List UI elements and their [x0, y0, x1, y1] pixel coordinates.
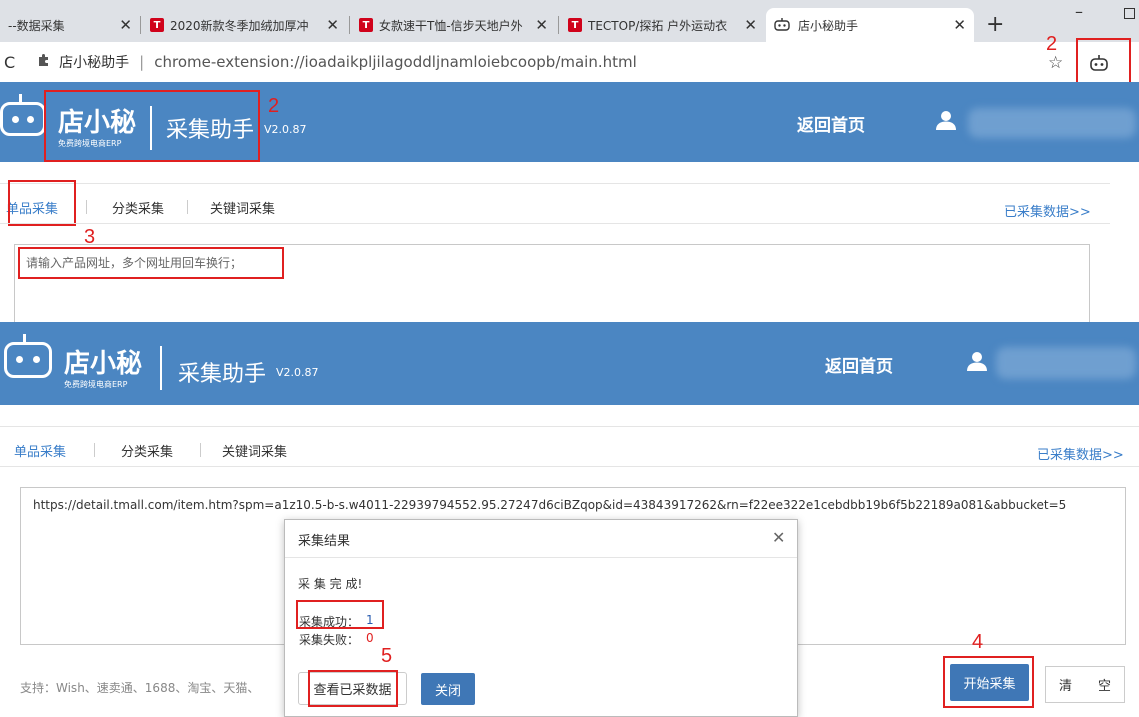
- tab-separator: [558, 16, 559, 34]
- collect-done-text: 采 集 完 成!: [298, 577, 363, 591]
- browser-tab[interactable]: T 2020新款冬季加绒加厚冲 ✕: [142, 8, 347, 42]
- fail-count: 0: [366, 631, 374, 645]
- textarea-value: https://detail.tmall.com/item.htm?spm=a1…: [33, 498, 1067, 512]
- collected-data-link[interactable]: 已采集数据>>: [1004, 201, 1091, 220]
- logo-antenna: [23, 334, 26, 342]
- tab-keyword[interactable]: 关键词采集: [210, 198, 275, 217]
- address-bar: C 店小秘助手 | chrome-extension://ioadaikplji…: [0, 42, 1139, 83]
- robot-favicon-icon: [774, 17, 790, 34]
- extension-puzzle-icon: [37, 53, 51, 71]
- close-icon[interactable]: ✕: [744, 16, 757, 34]
- collected-data-link[interactable]: 已采集数据>>: [1037, 444, 1124, 463]
- annotation-box: [8, 180, 76, 226]
- close-icon[interactable]: ✕: [953, 16, 966, 34]
- tmall-favicon-icon: T: [568, 18, 582, 32]
- browser-tab-active[interactable]: 店小秘助手 ✕: [766, 8, 974, 42]
- annotation-box: [18, 247, 284, 279]
- browser-tab[interactable]: T TECTOP/探拓 户外运动衣 ✕: [560, 8, 765, 42]
- tab-category[interactable]: 分类采集: [112, 198, 164, 217]
- annotation-box: [44, 90, 260, 162]
- tab-label: --数据采集: [8, 18, 65, 33]
- close-icon[interactable]: ✕: [119, 16, 132, 34]
- page-origin-label: 店小秘助手: [59, 55, 130, 71]
- annotation-number: 5: [381, 645, 393, 667]
- tab-label: 2020新款冬季加绒加厚冲: [170, 18, 309, 33]
- reload-icon[interactable]: C: [4, 53, 15, 72]
- tab-separator: [94, 443, 95, 457]
- panel-top-border: [0, 426, 1139, 427]
- home-link[interactable]: 返回首页: [825, 352, 893, 377]
- annotation-number: 2: [268, 95, 280, 117]
- tab-separator: [187, 200, 188, 214]
- header-divider: [160, 346, 162, 390]
- address-divider: |: [139, 53, 145, 71]
- modal-close-button[interactable]: 关闭: [421, 673, 475, 705]
- close-icon[interactable]: ✕: [772, 528, 785, 547]
- browser-tab[interactable]: T 女款速干T恤-信步天地户外 ✕: [351, 8, 556, 42]
- new-tab-button[interactable]: +: [986, 12, 1004, 37]
- modal-divider: [285, 557, 797, 558]
- tab-separator: [349, 16, 350, 34]
- browser-tab[interactable]: --数据采集 ✕: [0, 8, 140, 42]
- user-icon[interactable]: [935, 109, 957, 135]
- supported-platforms: 支持：Wish、速卖通、1688、淘宝、天猫、: [20, 681, 260, 695]
- annotation-box: [943, 656, 1034, 708]
- annotation-box: [308, 670, 398, 707]
- redacted-username: [996, 347, 1136, 379]
- tab-category[interactable]: 分类采集: [121, 441, 173, 460]
- tab-single-item[interactable]: 单品采集: [14, 441, 66, 460]
- annotation-number: 2: [1046, 33, 1058, 55]
- tab-separator: [200, 443, 201, 457]
- home-link[interactable]: 返回首页: [797, 111, 865, 136]
- version-label: V2.0.87: [276, 366, 319, 379]
- tab-label: 女款速干T恤-信步天地户外: [379, 18, 523, 33]
- url-text[interactable]: chrome-extension://ioadaikpljilagoddljna…: [154, 53, 637, 71]
- user-icon[interactable]: [966, 350, 988, 376]
- tab-keyword[interactable]: 关键词采集: [222, 441, 287, 460]
- tab-underline: [0, 223, 1110, 224]
- bookmark-star-icon[interactable]: ☆: [1048, 53, 1063, 73]
- brand-subtitle: 免费跨境电商ERP: [64, 380, 128, 389]
- modal-title: 采集结果: [298, 534, 351, 549]
- minimize-button[interactable]: –: [1075, 2, 1083, 21]
- version-label: V2.0.87: [264, 123, 307, 136]
- fail-label: 采集失败：: [299, 633, 360, 647]
- panel-top-border: [0, 183, 1110, 184]
- tab-label: TECTOP/探拓 户外运动衣: [588, 18, 728, 33]
- app-title: 采集助手: [178, 362, 267, 387]
- tab-label: 店小秘助手: [798, 18, 859, 33]
- close-icon[interactable]: ✕: [326, 16, 339, 34]
- tab-separator: [140, 16, 141, 34]
- tmall-favicon-icon: T: [150, 18, 164, 32]
- maximize-button[interactable]: [1124, 8, 1135, 19]
- logo-antenna: [19, 94, 22, 102]
- tmall-favicon-icon: T: [359, 18, 373, 32]
- annotation-number: 4: [972, 631, 984, 653]
- robot-logo-icon: [0, 102, 46, 136]
- tab-underline: [0, 466, 1139, 467]
- close-icon[interactable]: ✕: [535, 16, 548, 34]
- redacted-username: [968, 108, 1136, 138]
- brand-name: 店小秘: [64, 349, 143, 379]
- tab-separator: [86, 200, 87, 214]
- clear-button[interactable]: 清 空: [1045, 666, 1125, 703]
- robot-logo-icon: [4, 342, 52, 378]
- annotation-box: [296, 600, 384, 629]
